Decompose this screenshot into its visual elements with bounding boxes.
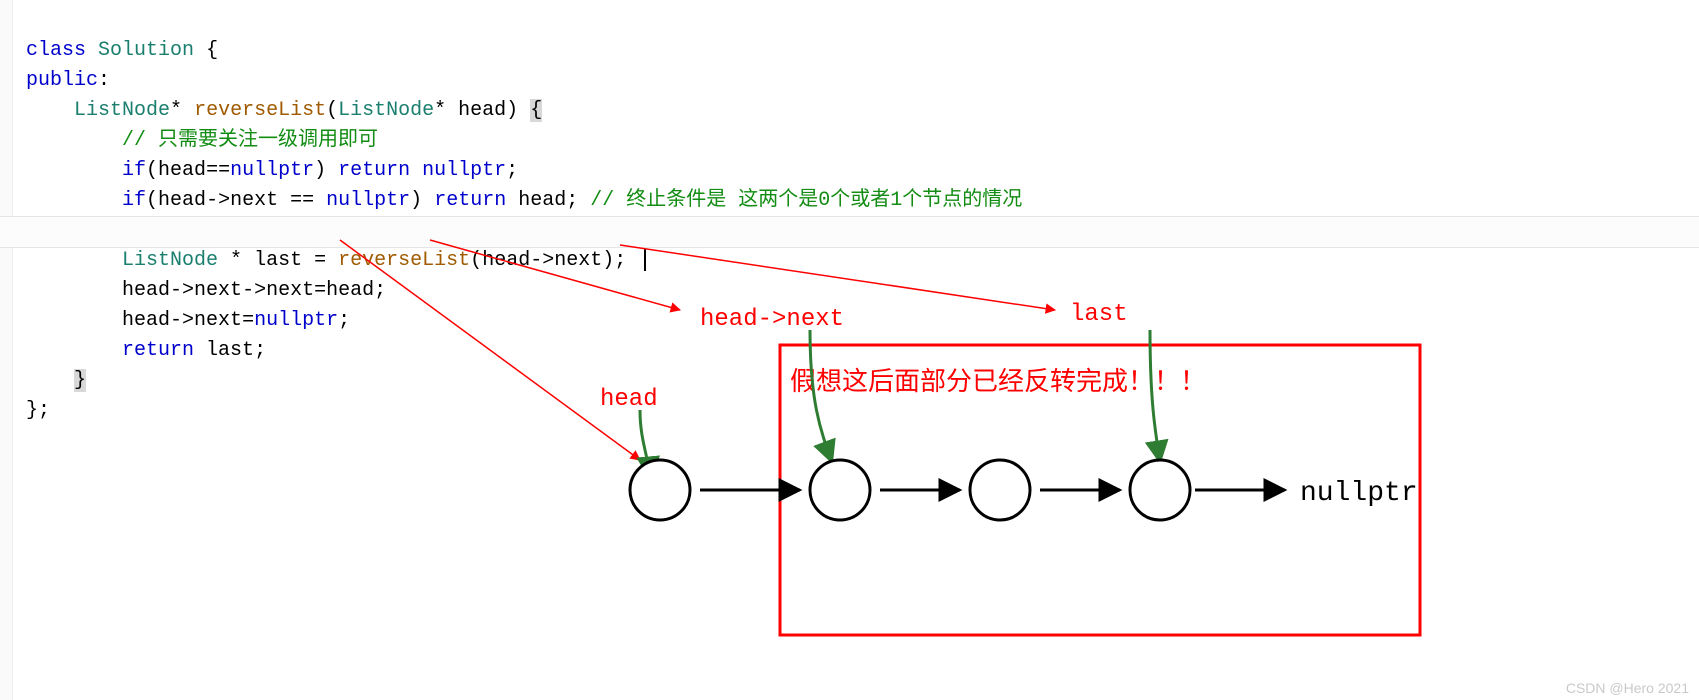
semi: ; (566, 189, 578, 212)
code-line-6: if(head->next == nullptr) return head; /… (26, 189, 1022, 212)
arrow: -> (206, 189, 230, 212)
brace-open: { (206, 39, 218, 62)
arg-head: head (458, 99, 506, 122)
star: * (230, 249, 242, 272)
text-cursor (644, 249, 646, 271)
rp: ) (602, 249, 614, 272)
head: head (158, 159, 206, 182)
node-4 (1130, 460, 1190, 520)
head-ret: head (518, 189, 566, 212)
eq: = (314, 249, 326, 272)
fn-reverselist: reverseList (194, 99, 326, 122)
code-line-9: head->next->next=head; (26, 279, 386, 302)
brace-close-class: } (26, 399, 38, 422)
code-line-3: ListNode* reverseList(ListNode* head) { (26, 99, 542, 122)
code-line-10: head->next=nullptr; (26, 309, 350, 332)
semi: ; (38, 399, 50, 422)
lp: ( (326, 99, 338, 122)
head: head (482, 249, 530, 272)
kw-return: return (122, 339, 194, 362)
lp: ( (470, 249, 482, 272)
star: * (170, 99, 182, 122)
semi: ; (614, 249, 626, 272)
node-3 (970, 460, 1030, 520)
nullptr: nullptr (230, 159, 314, 182)
node-1 (630, 460, 690, 520)
lp: ( (146, 159, 158, 182)
head: head (122, 309, 170, 332)
type-listnode-2: ListNode (338, 99, 434, 122)
code-line-5: if(head==nullptr) return nullptr; (26, 159, 518, 182)
semi: ; (374, 279, 386, 302)
next: next (194, 309, 242, 332)
fn-reverselist-call: reverseList (338, 249, 470, 272)
semi: ; (506, 159, 518, 182)
head: head (122, 279, 170, 302)
brace-open-fn: { (530, 99, 542, 122)
next: next (194, 279, 242, 302)
kw-if: if (122, 159, 146, 182)
lp: ( (146, 189, 158, 212)
head: head (326, 279, 374, 302)
type-solution: Solution (98, 39, 194, 62)
rp: ) (410, 189, 422, 212)
semi: ; (254, 339, 266, 362)
comment-2: // 终止条件是 这两个是0个或者1个节点的情况 (590, 189, 1022, 212)
next: next (266, 279, 314, 302)
kw-return: return (434, 189, 506, 212)
nullptr-2: nullptr (422, 159, 506, 182)
colon: : (98, 69, 110, 92)
brace-close-fn: } (74, 369, 86, 392)
code-line-1: class Solution { (26, 39, 218, 62)
kw-public: public (26, 69, 98, 92)
code-line-13: }; (26, 399, 50, 422)
arrow: -> (170, 279, 194, 302)
code-line-12: } (26, 369, 86, 392)
type-listnode: ListNode (122, 249, 218, 272)
kw-return: return (338, 159, 410, 182)
nullptr: nullptr (326, 189, 410, 212)
eq: = (242, 309, 254, 332)
next: next (554, 249, 602, 272)
var-last: last (206, 339, 254, 362)
kw-if: if (122, 189, 146, 212)
eq: == (290, 189, 314, 212)
arrow: -> (170, 309, 194, 332)
watermark: CSDN @Hero 2021 (1566, 680, 1689, 696)
code-line-8: ListNode * last = reverseList(head->next… (26, 249, 646, 272)
code-line-4: // 只需要关注一级调用即可 (26, 129, 378, 152)
var-last: last (254, 249, 302, 272)
comment-1: // 只需要关注一级调用即可 (122, 129, 378, 152)
head: head (158, 189, 206, 212)
code-editor: class Solution { public: ListNode* rever… (0, 0, 1699, 426)
code-line-11: return last; (26, 339, 266, 362)
nullptr-label: nullptr (1300, 478, 1418, 509)
code-line-2: public: (26, 69, 110, 92)
semi: ; (338, 309, 350, 332)
nullptr: nullptr (254, 309, 338, 332)
rp: ) (506, 99, 518, 122)
eq: == (206, 159, 230, 182)
next: next (230, 189, 278, 212)
arrow: -> (242, 279, 266, 302)
node-2 (810, 460, 870, 520)
type-listnode: ListNode (74, 99, 170, 122)
kw-class: class (26, 39, 86, 62)
code-line-7 (26, 219, 38, 242)
rp: ) (314, 159, 326, 182)
eq: = (314, 279, 326, 302)
arrow: -> (530, 249, 554, 272)
star2: * (434, 99, 446, 122)
